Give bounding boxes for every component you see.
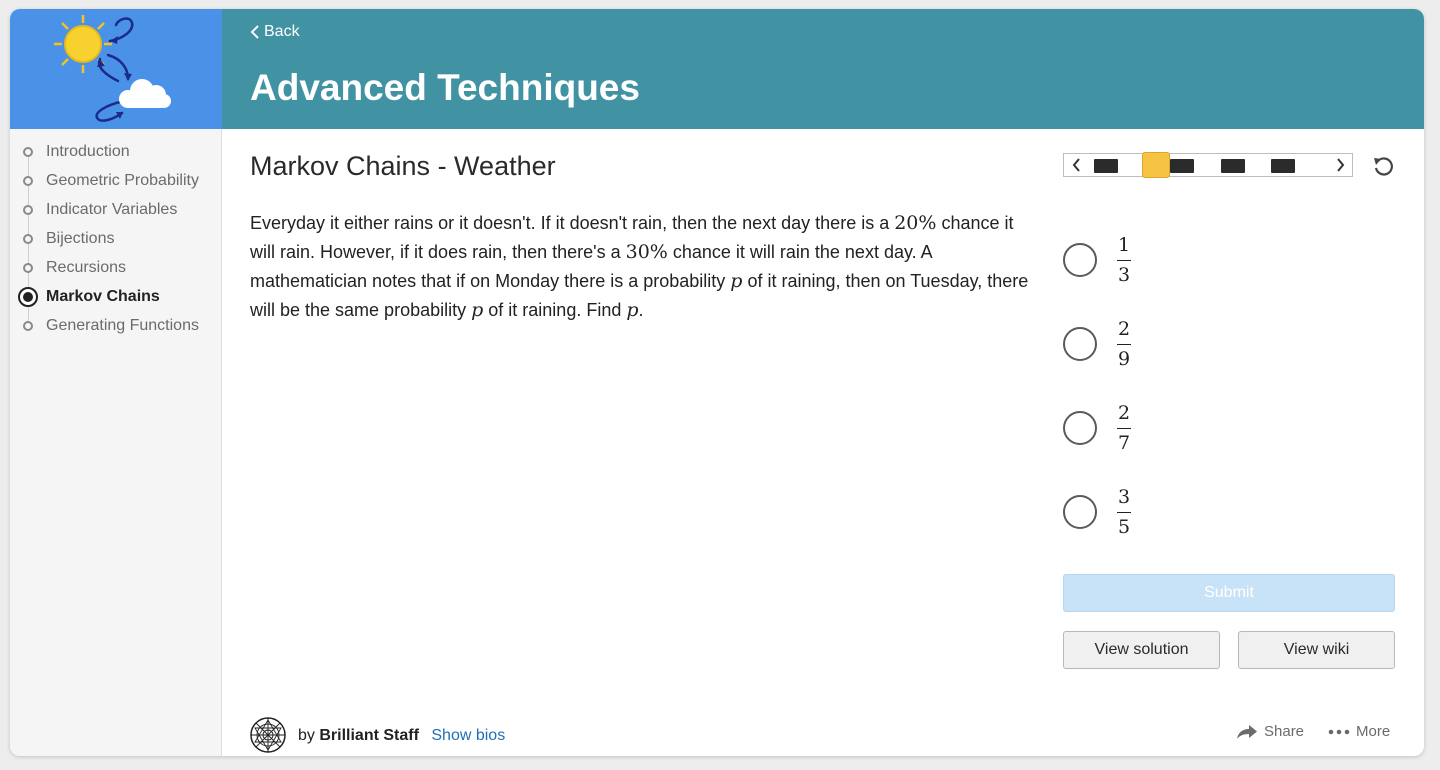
- sidebar-item-bijections[interactable]: Bijections: [10, 226, 222, 252]
- share-button[interactable]: Share: [1236, 723, 1304, 740]
- math-variable: p: [730, 270, 743, 292]
- radio-button[interactable]: [1063, 495, 1097, 529]
- radio-button[interactable]: [1063, 411, 1097, 445]
- math-percent: 20%: [894, 212, 937, 234]
- fraction: 1 3: [1117, 234, 1131, 286]
- fraction-numerator: 2: [1117, 402, 1131, 424]
- fraction-bar: [1117, 512, 1131, 513]
- chevron-left-icon: [1072, 158, 1080, 172]
- sidebar-item-label: Indicator Variables: [46, 201, 178, 218]
- more-button[interactable]: More: [1328, 723, 1390, 740]
- nav-dot-icon: [23, 147, 33, 157]
- ellipsis-icon: [1328, 729, 1350, 734]
- by-label: by: [298, 727, 315, 744]
- math-percent: 30%: [625, 241, 668, 263]
- brilliant-logo-icon: [250, 717, 286, 753]
- back-label: Back: [264, 23, 300, 40]
- fraction-denominator: 7: [1117, 432, 1131, 454]
- fraction-bar: [1117, 260, 1131, 261]
- fraction-numerator: 3: [1117, 486, 1131, 508]
- fraction-denominator: 5: [1117, 516, 1131, 538]
- show-bios-link[interactable]: Show bios: [431, 727, 505, 744]
- back-link[interactable]: Back: [250, 23, 300, 41]
- problem-text-part: Everyday it either rains or it doesn't. …: [250, 213, 895, 233]
- math-variable: p: [471, 299, 484, 321]
- sidebar-item-introduction[interactable]: Introduction: [10, 139, 222, 165]
- problem-text-part: .: [638, 300, 644, 320]
- main-content: Markov Chains - Weather Everyday it eith…: [222, 129, 1424, 756]
- submit-button[interactable]: Submit: [1063, 574, 1395, 612]
- progress-segment[interactable]: [1271, 159, 1295, 173]
- answer-choice[interactable]: 2 7: [1063, 400, 1383, 456]
- nav-dot-icon: [23, 205, 33, 215]
- page-title: Advanced Techniques: [250, 67, 640, 108]
- fraction-denominator: 3: [1117, 264, 1131, 286]
- problem-statement: Everyday it either rains or it doesn't. …: [250, 209, 1030, 325]
- sidebar-item-label: Bijections: [46, 230, 115, 247]
- author-avatar: [250, 717, 286, 753]
- page-header: Back Advanced Techniques: [222, 9, 1424, 129]
- nav-dot-active-icon: [18, 287, 38, 307]
- sidebar-item-recursions[interactable]: Recursions: [10, 255, 222, 281]
- fraction-bar: [1117, 344, 1131, 345]
- sidebar-item-generating-functions[interactable]: Generating Functions: [10, 313, 222, 339]
- view-wiki-button[interactable]: View wiki: [1238, 631, 1395, 669]
- sidebar-item-label: Introduction: [46, 143, 130, 160]
- app-card: Back Advanced Techniques Introduction Ge…: [10, 9, 1424, 756]
- refresh-icon: [1374, 157, 1393, 176]
- view-solution-button[interactable]: View solution: [1063, 631, 1220, 669]
- fraction-numerator: 2: [1117, 318, 1131, 340]
- weather-markov-icon: [54, 15, 171, 122]
- radio-button[interactable]: [1063, 327, 1097, 361]
- fraction: 2 9: [1117, 318, 1131, 370]
- answer-choice[interactable]: 2 9: [1063, 316, 1383, 372]
- share-arrow-icon: [1237, 724, 1257, 739]
- progress-segment[interactable]: [1094, 159, 1118, 173]
- sidebar-item-label: Markov Chains: [46, 288, 160, 305]
- sidebar-item-indicator-variables[interactable]: Indicator Variables: [10, 197, 222, 223]
- nav-dot-icon: [23, 321, 33, 331]
- progress-segment[interactable]: [1170, 159, 1194, 173]
- chevron-right-icon: [1336, 158, 1344, 172]
- sidebar-item-label: Generating Functions: [46, 317, 199, 334]
- nav-dot-icon: [23, 234, 33, 244]
- problem-progress-bar: [1063, 152, 1353, 178]
- problem-title: Markov Chains - Weather: [250, 151, 556, 181]
- radio-button[interactable]: [1063, 243, 1097, 277]
- nav-dot-icon: [23, 176, 33, 186]
- sidebar-item-markov-chains[interactable]: Markov Chains: [10, 284, 222, 310]
- sidebar-item-label: Recursions: [46, 259, 127, 276]
- fraction: 2 7: [1117, 402, 1131, 454]
- reset-button[interactable]: [1370, 153, 1396, 179]
- chevron-left-icon: [250, 25, 259, 39]
- answer-choice[interactable]: 1 3: [1063, 232, 1383, 288]
- sidebar-item-label: Geometric Probability: [46, 172, 199, 189]
- progress-next-button[interactable]: [1328, 154, 1352, 176]
- fraction-numerator: 1: [1117, 234, 1131, 256]
- fraction-denominator: 9: [1117, 348, 1131, 370]
- more-label: More: [1356, 723, 1391, 740]
- nav-dot-icon: [23, 263, 33, 273]
- problem-text-part: of it raining. Find: [483, 300, 627, 320]
- answer-choice[interactable]: 3 5: [1063, 484, 1383, 540]
- sidebar-nav: Introduction Geometric Probability Indic…: [10, 129, 222, 756]
- progress-segment[interactable]: [1221, 159, 1245, 173]
- course-logo: [10, 9, 222, 129]
- fraction-bar: [1117, 428, 1131, 429]
- fraction: 3 5: [1117, 486, 1131, 538]
- sidebar-item-geometric-probability[interactable]: Geometric Probability: [10, 168, 222, 194]
- progress-segment-current[interactable]: [1142, 152, 1170, 178]
- share-label: Share: [1264, 723, 1305, 740]
- author-name: Brilliant Staff: [319, 727, 419, 744]
- progress-prev-button[interactable]: [1064, 154, 1088, 176]
- author-byline: by Brilliant Staff Show bios: [298, 727, 505, 745]
- math-variable: p: [626, 299, 639, 321]
